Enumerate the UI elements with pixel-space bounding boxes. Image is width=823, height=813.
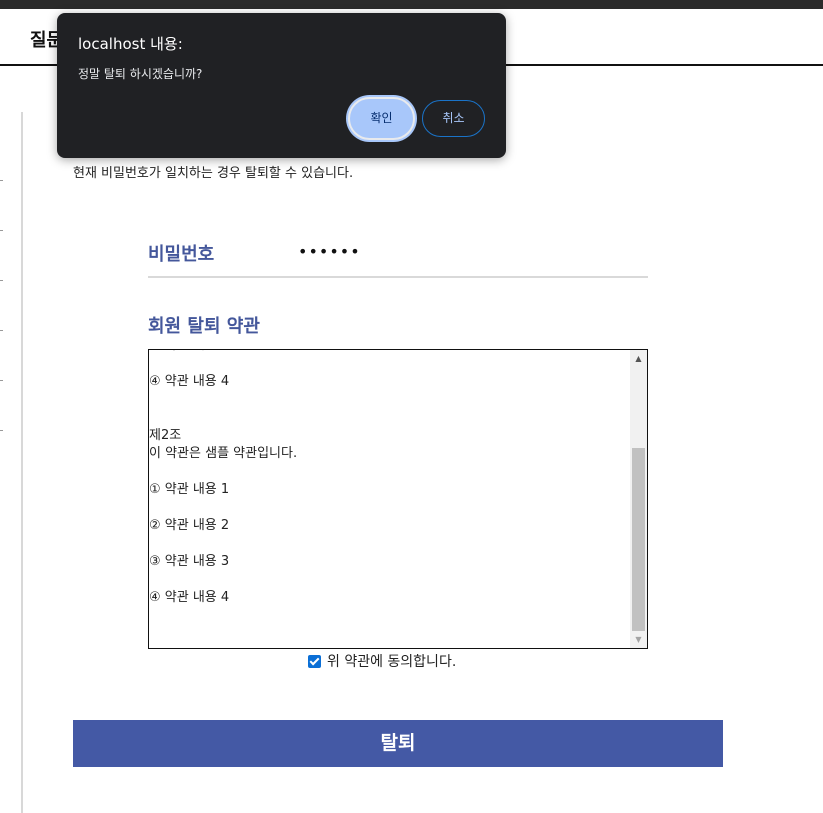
terms-blank-line xyxy=(149,571,631,589)
password-input[interactable]: •••••• xyxy=(298,242,361,261)
terms-line: 제2조 xyxy=(149,428,182,443)
terms-blank-line xyxy=(149,499,631,517)
dialog-message: 정말 탈퇴 하시겠습니까? xyxy=(78,67,203,81)
terms-textarea[interactable]: ③ 약관 내용 3 ④ 약관 내용 4 제2조이 약관은 샘플 약관입니다. ① 약관… xyxy=(148,349,648,649)
dialog-ok-button[interactable]: 확인 xyxy=(348,97,415,140)
dialog-cancel-button[interactable]: 취소 xyxy=(422,100,485,137)
agree-checkbox[interactable] xyxy=(308,654,321,668)
terms-scrollbar[interactable]: ▲ ▼ xyxy=(630,350,647,648)
terms-title: 회원 탈퇴 약관 xyxy=(148,316,260,337)
scroll-up-arrow-icon[interactable]: ▲ xyxy=(630,350,647,367)
terms-line: ③ 약관 내용 3 xyxy=(149,554,230,569)
terms-line: ① 약관 내용 1 xyxy=(149,482,230,497)
terms-blank-line xyxy=(149,535,631,553)
divider-tick xyxy=(0,380,3,381)
divider-tick xyxy=(0,430,3,431)
withdraw-description: 현재 비밀번호가 일치하는 경우 탈퇴할 수 있습니다. xyxy=(73,166,354,181)
terms-line: ④ 약관 내용 4 xyxy=(149,590,230,605)
sidebar-divider xyxy=(21,112,23,813)
dialog-title: localhost 내용: xyxy=(78,35,183,53)
divider-tick xyxy=(0,280,3,281)
confirm-dialog: localhost 내용: 정말 탈퇴 하시겠습니까? 확인 취소 xyxy=(57,13,506,158)
password-row: 비밀번호 •••••• xyxy=(148,240,648,278)
agree-label: 위 약관에 동의합니다. xyxy=(327,654,457,670)
browser-top-strip xyxy=(0,0,823,9)
terms-line: 이 약관은 샘플 약관입니다. xyxy=(149,446,298,461)
divider-tick xyxy=(0,230,3,231)
terms-text: ③ 약관 내용 3 ④ 약관 내용 4 제2조이 약관은 샘플 약관입니다. ① 약관… xyxy=(149,350,631,607)
terms-line: ② 약관 내용 2 xyxy=(149,518,230,533)
scroll-thumb[interactable] xyxy=(632,448,645,631)
scroll-down-arrow-icon[interactable]: ▼ xyxy=(630,631,647,648)
withdraw-button[interactable]: 탈퇴 xyxy=(73,720,723,767)
terms-line: ④ 약관 내용 4 xyxy=(149,374,230,389)
divider-tick xyxy=(0,330,3,331)
terms-blank-line xyxy=(149,463,631,481)
password-label: 비밀번호 xyxy=(148,244,215,265)
divider-tick xyxy=(0,180,3,181)
terms-blank-line xyxy=(149,391,631,409)
terms-blank-line xyxy=(149,409,631,427)
terms-agree[interactable]: 위 약관에 동의합니다. xyxy=(308,651,456,671)
terms-blank-line xyxy=(149,355,631,373)
